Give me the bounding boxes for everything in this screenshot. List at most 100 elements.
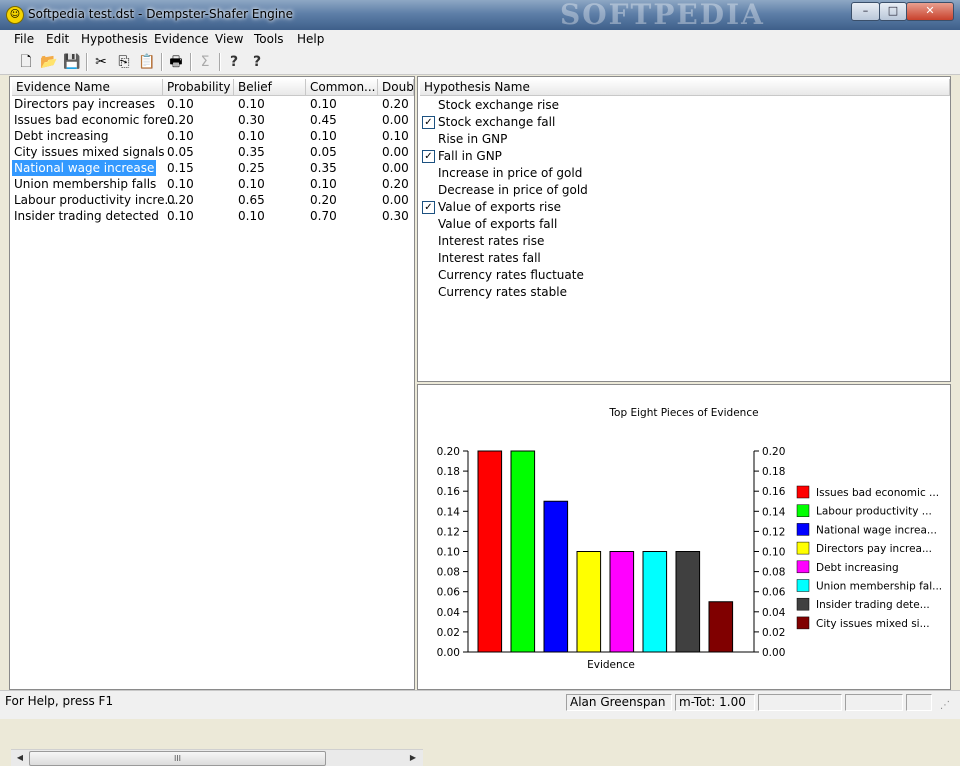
horizontal-scrollbar[interactable]: ◀ III ▶: [11, 749, 423, 766]
hypothesis-label: Value of exports fall: [438, 217, 558, 231]
hypothesis-list: Hypothesis Name Stock exchange rise ✓ Stoc…: [417, 76, 951, 382]
legend-swatch: [796, 504, 810, 517]
table-row[interactable]: Directors pay increases 0.10 0.10 0.10 0.20: [10, 96, 414, 112]
table-row[interactable]: Debt increasing 0.10 0.10 0.10 0.10: [10, 128, 414, 144]
hypothesis-label: Value of exports rise: [438, 200, 561, 214]
hypothesis-item[interactable]: ✓ Value of exports rise: [418, 199, 948, 216]
commonality-cell: 0.20: [310, 193, 337, 207]
evidence-name-cell: Directors pay increases: [14, 97, 155, 111]
y-tick-label-right: 0.16: [762, 486, 786, 498]
table-row[interactable]: City issues mixed signals 0.05 0.35 0.05 0.0…: [10, 144, 414, 160]
sum-icon[interactable]: Σ: [195, 52, 215, 72]
table-row[interactable]: Insider trading detected 0.10 0.10 0.70 0.30: [10, 208, 414, 224]
hypothesis-item[interactable]: Currency rates stable: [418, 284, 948, 301]
y-tick-label-right: 0.10: [762, 547, 785, 559]
scroll-left-arrow-icon[interactable]: ◀: [12, 750, 28, 766]
commonality-cell: 0.35: [310, 161, 337, 175]
open-folder-icon[interactable]: 📂: [39, 52, 59, 72]
menu-file[interactable]: File: [14, 32, 34, 46]
legend-label: Union membership fal...: [816, 581, 942, 593]
checkbox-checked-icon[interactable]: ✓: [422, 201, 435, 214]
commonality-cell: 0.10: [310, 97, 337, 111]
probability-cell: 0.15: [167, 161, 194, 175]
hypothesis-item[interactable]: Value of exports fall: [418, 216, 948, 233]
chart-bar: [576, 551, 602, 653]
y-tick-label-right: 0.08: [762, 567, 785, 579]
col-header-hypothesis-name[interactable]: Hypothesis Name: [420, 79, 950, 96]
menu-help[interactable]: Help: [297, 32, 324, 46]
menu-hypothesis[interactable]: Hypothesis: [81, 32, 148, 46]
copy-icon[interactable]: ⎘: [114, 52, 134, 72]
y-tick-label-right: 0.20: [762, 446, 785, 458]
y-tick-label-right: 0.14: [762, 506, 786, 518]
table-row[interactable]: Union membership falls 0.10 0.10 0.10 0.20: [10, 176, 414, 192]
toolbar-separator: [161, 53, 163, 71]
minimize-button[interactable]: –: [851, 2, 880, 21]
new-file-icon[interactable]: 🗋: [16, 52, 36, 72]
checkbox-checked-icon[interactable]: ✓: [422, 116, 435, 129]
col-header-evidence-name[interactable]: Evidence Name: [12, 79, 163, 96]
hypothesis-label: Currency rates fluctuate: [438, 268, 584, 282]
hypothesis-item[interactable]: Decrease in price of gold: [418, 182, 948, 199]
evidence-name-cell: National wage increase: [12, 160, 157, 176]
checkbox-checked-icon[interactable]: ✓: [422, 150, 435, 163]
belief-cell: 0.10: [238, 129, 265, 143]
app-smiley-icon[interactable]: ☺: [6, 6, 24, 24]
table-row[interactable]: National wage increase 0.15 0.25 0.35 0.00: [10, 160, 414, 176]
probability-cell: 0.05: [167, 145, 194, 159]
evidence-name-cell: Issues bad economic fore...: [14, 113, 179, 127]
col-header-belief[interactable]: Belief: [234, 79, 306, 96]
menu-view[interactable]: View: [215, 32, 243, 46]
resize-grip-icon[interactable]: ⋰: [940, 699, 954, 713]
evidence-name-cell: Labour productivity incre...: [14, 193, 176, 207]
print-icon[interactable]: 🖶: [166, 52, 186, 72]
menu-tools[interactable]: Tools: [254, 32, 284, 46]
doubt-cell: 0.00: [382, 113, 409, 127]
hypothesis-label: Stock exchange rise: [438, 98, 559, 112]
doubt-cell: 0.30: [382, 209, 409, 223]
doubt-cell: 0.00: [382, 193, 409, 207]
y-tick-label-right: 0.18: [762, 466, 785, 478]
context-help-icon[interactable]: ?: [247, 52, 267, 72]
legend-swatch: [796, 616, 810, 630]
commonality-cell: 0.70: [310, 209, 337, 223]
table-row[interactable]: Issues bad economic fore... 0.20 0.30 0.45 0…: [10, 112, 414, 128]
paste-icon[interactable]: 📋: [137, 52, 157, 72]
save-icon[interactable]: 💾: [62, 52, 82, 72]
legend-label: National wage increa...: [816, 524, 937, 536]
close-button[interactable]: ✕: [906, 2, 954, 21]
y-tick-label-right: 0.12: [762, 526, 785, 538]
hypothesis-item[interactable]: Interest rates rise: [418, 233, 948, 250]
hypothesis-item[interactable]: Currency rates fluctuate: [418, 267, 948, 284]
hypothesis-label: Rise in GNP: [438, 132, 508, 146]
scroll-thumb[interactable]: III: [29, 751, 326, 766]
table-row[interactable]: Labour productivity incre... 0.20 0.65 0.20…: [10, 192, 414, 208]
cut-icon[interactable]: ✂: [91, 52, 111, 72]
status-pane-empty: [845, 694, 903, 711]
hypothesis-item[interactable]: Interest rates fall: [418, 250, 948, 267]
hypothesis-item[interactable]: ✓ Fall in GNP: [418, 148, 948, 165]
toolbar-separator: [219, 53, 221, 71]
hypothesis-item[interactable]: ✓ Stock exchange fall: [418, 114, 948, 131]
hypothesis-item[interactable]: Increase in price of gold: [418, 165, 948, 182]
col-header-doubt[interactable]: Doub: [378, 79, 414, 96]
hypothesis-item[interactable]: Stock exchange rise: [418, 97, 948, 114]
y-tick-label-left: 0.12: [437, 526, 460, 538]
menu-edit[interactable]: Edit: [46, 32, 69, 46]
scroll-right-arrow-icon[interactable]: ▶: [405, 750, 421, 766]
legend-label: Debt increasing: [816, 562, 899, 574]
probability-cell: 0.10: [167, 209, 194, 223]
legend-swatch: [796, 560, 810, 574]
help-icon[interactable]: ?: [224, 52, 244, 72]
maximize-button[interactable]: □: [879, 2, 907, 21]
col-header-commonality[interactable]: Common...: [306, 79, 378, 96]
menu-evidence[interactable]: Evidence: [154, 32, 209, 46]
belief-cell: 0.10: [238, 97, 265, 111]
legend-swatch: [796, 597, 810, 611]
status-help-text: For Help, press F1: [5, 694, 114, 708]
status-pane-empty: [758, 694, 842, 711]
legend-label: City issues mixed si...: [816, 618, 930, 630]
col-header-probability[interactable]: Probability: [163, 79, 234, 96]
hypothesis-item[interactable]: Rise in GNP: [418, 131, 948, 148]
commonality-cell: 0.05: [310, 145, 337, 159]
